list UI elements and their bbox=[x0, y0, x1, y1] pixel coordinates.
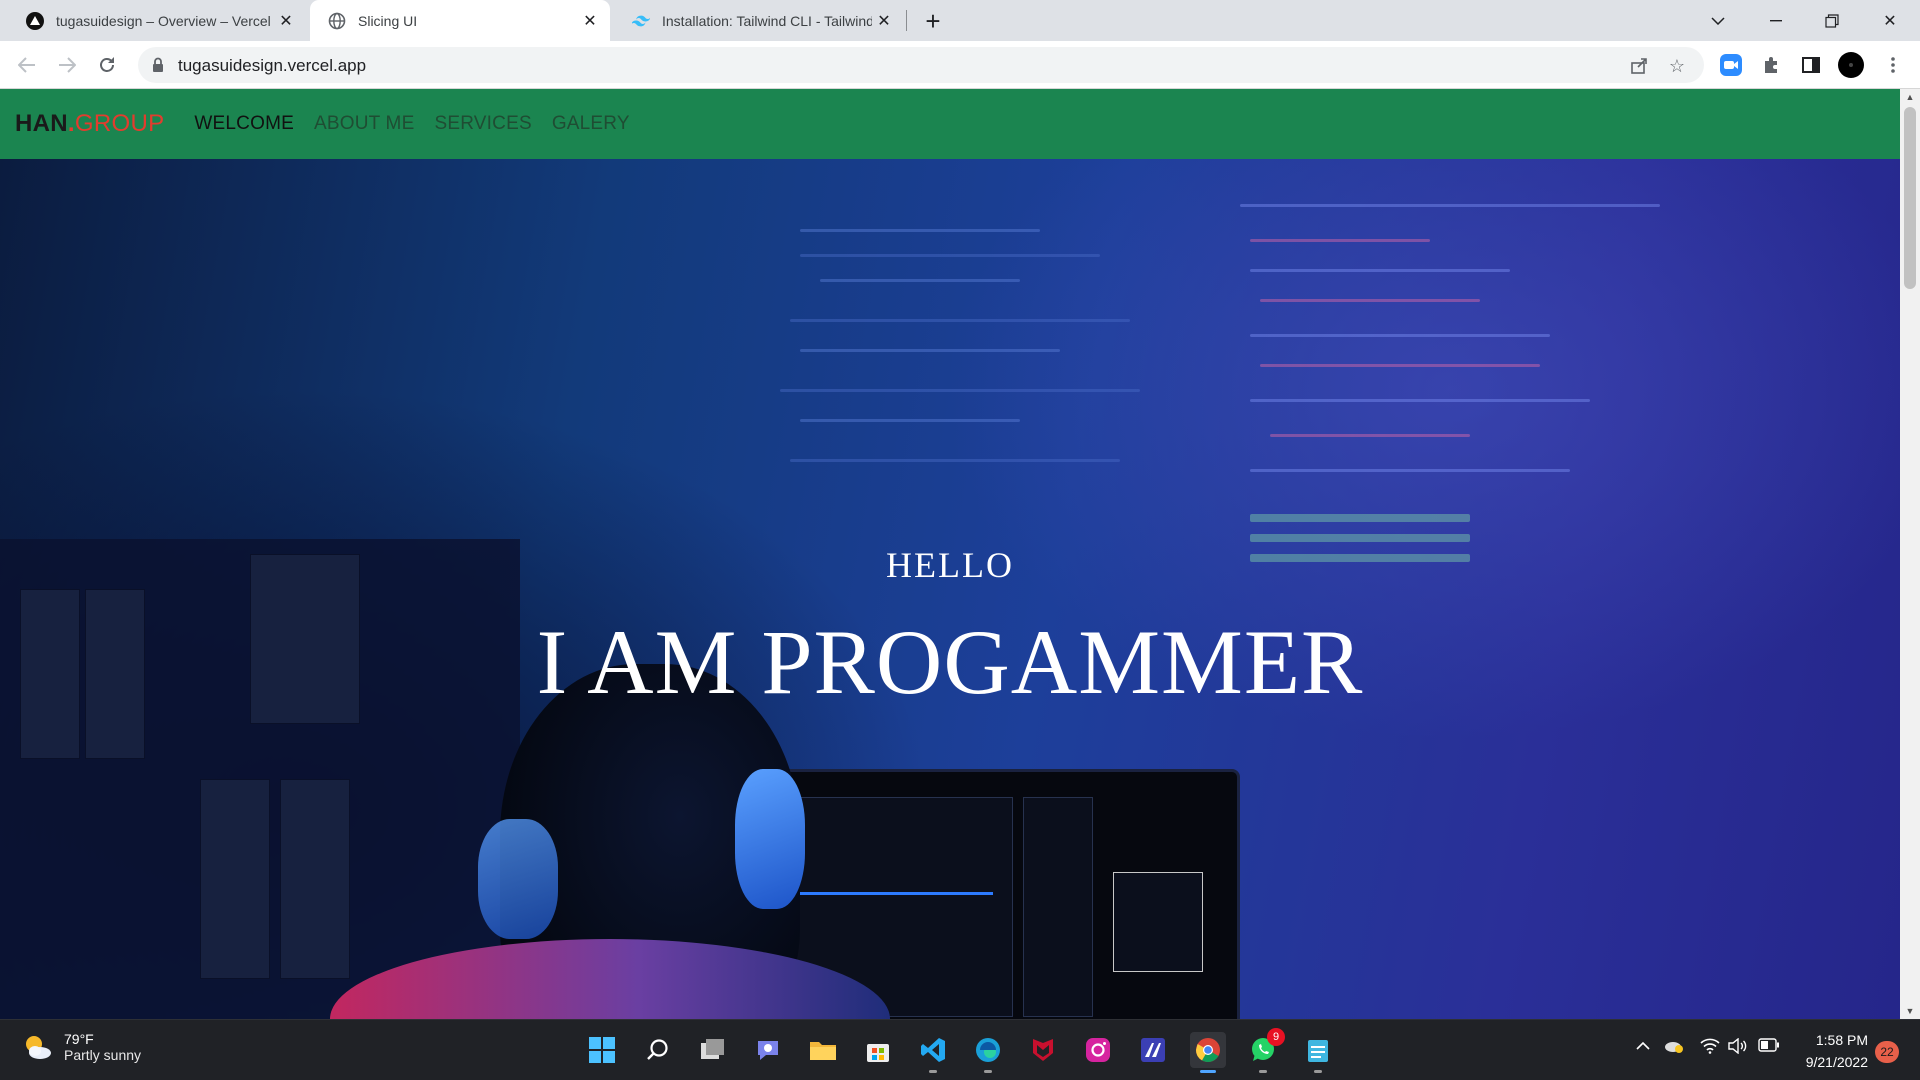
back-button[interactable] bbox=[12, 50, 42, 80]
profile-avatar[interactable] bbox=[1838, 52, 1864, 78]
search-icon[interactable] bbox=[640, 1032, 676, 1068]
scroll-down-arrow-icon[interactable]: ▼ bbox=[1900, 1003, 1920, 1019]
clock-date: 9/21/2022 bbox=[1805, 1054, 1868, 1070]
running-indicator bbox=[984, 1070, 992, 1073]
whatsapp-icon[interactable]: 9 bbox=[1245, 1028, 1285, 1073]
weather-description: Partly sunny bbox=[64, 1047, 142, 1063]
show-hidden-icons-chevron-icon[interactable] bbox=[1636, 1038, 1650, 1056]
web-page: HAN.GROUP WELCOME ABOUT ME SERVICES GALE… bbox=[0, 89, 1900, 1019]
wifi-icon[interactable] bbox=[1700, 1038, 1720, 1059]
windows-taskbar: 79°F Partly sunny 9 1:58 PM 9/21/2022 22 bbox=[0, 1019, 1920, 1080]
tab-search-chevron-icon[interactable] bbox=[1690, 0, 1746, 41]
onedrive-warning-icon[interactable] bbox=[1664, 1038, 1684, 1059]
tab-vercel[interactable]: tugasuidesign – Overview – Vercel ✕ bbox=[8, 0, 306, 41]
notepad-icon[interactable] bbox=[1300, 1032, 1336, 1073]
new-tab-button[interactable]: + bbox=[918, 6, 948, 36]
extensions-puzzle-icon[interactable] bbox=[1758, 52, 1784, 78]
volume-icon[interactable] bbox=[1728, 1037, 1748, 1059]
chrome-browser-icon[interactable] bbox=[1190, 1032, 1226, 1073]
running-indicator bbox=[1314, 1070, 1322, 1073]
azure-data-studio-icon[interactable] bbox=[1135, 1032, 1171, 1068]
hero-section: HELLO I AM PROGAMMER bbox=[0, 159, 1900, 1019]
nav-links: WELCOME ABOUT ME SERVICES GALERY bbox=[194, 113, 649, 135]
address-bar[interactable]: tugasuidesign.vercel.app ☆ bbox=[138, 47, 1704, 83]
brand-accent: GROUP bbox=[74, 110, 165, 137]
active-app-indicator bbox=[1200, 1070, 1216, 1073]
vscode-icon[interactable] bbox=[915, 1032, 951, 1073]
weather-widget[interactable]: 79°F Partly sunny bbox=[22, 1031, 141, 1063]
teams-chat-icon[interactable] bbox=[750, 1032, 786, 1068]
tab-tailwind[interactable]: Installation: Tailwind CLI - Tailwind CS… bbox=[614, 0, 904, 41]
clock-time: 1:58 PM bbox=[1815, 1032, 1868, 1048]
tab-strip: tugasuidesign – Overview – Vercel ✕ Slic… bbox=[0, 0, 1920, 41]
close-window-button[interactable]: ✕ bbox=[1862, 0, 1918, 41]
tab-title: Installation: Tailwind CLI - Tailwind CS… bbox=[662, 12, 872, 29]
close-tab-icon[interactable]: ✕ bbox=[872, 9, 896, 33]
globe-icon bbox=[328, 12, 346, 30]
scroll-up-arrow-icon[interactable]: ▲ bbox=[1900, 89, 1920, 105]
zoom-extension-icon[interactable] bbox=[1718, 52, 1744, 78]
whatsapp-unread-badge: 9 bbox=[1267, 1028, 1285, 1046]
close-tab-icon[interactable]: ✕ bbox=[578, 9, 602, 33]
battery-icon[interactable] bbox=[1758, 1038, 1780, 1057]
microsoft-store-icon[interactable] bbox=[860, 1032, 896, 1068]
forward-button[interactable] bbox=[52, 50, 82, 80]
nav-link-about-me[interactable]: ABOUT ME bbox=[314, 113, 415, 135]
tab-slicing-ui[interactable]: Slicing UI ✕ bbox=[310, 0, 610, 41]
browser-toolbar: tugasuidesign.vercel.app ☆ bbox=[0, 41, 1920, 89]
brand-logo[interactable]: HAN.GROUP bbox=[15, 110, 164, 138]
tab-title: tugasuidesign – Overview – Vercel bbox=[56, 12, 271, 29]
bookmark-star-icon[interactable]: ☆ bbox=[1666, 55, 1688, 77]
brand-dot: . bbox=[67, 110, 75, 137]
weather-temperature: 79°F bbox=[64, 1031, 94, 1047]
instagram-icon[interactable] bbox=[1080, 1032, 1116, 1068]
start-button[interactable] bbox=[584, 1032, 620, 1068]
reload-button[interactable] bbox=[92, 50, 122, 80]
vercel-icon bbox=[26, 11, 44, 30]
tailwind-icon bbox=[632, 12, 650, 30]
lock-icon[interactable] bbox=[152, 57, 164, 73]
url-text[interactable]: tugasuidesign.vercel.app bbox=[178, 56, 366, 76]
chrome-menu-icon[interactable] bbox=[1880, 52, 1906, 78]
share-icon[interactable] bbox=[1628, 55, 1650, 77]
file-explorer-icon[interactable] bbox=[805, 1032, 841, 1068]
restore-button[interactable] bbox=[1804, 0, 1860, 41]
minimize-button[interactable] bbox=[1748, 0, 1804, 41]
running-indicator bbox=[1259, 1070, 1267, 1073]
running-indicator bbox=[929, 1070, 937, 1073]
system-clock[interactable]: 1:58 PM 9/21/2022 bbox=[1790, 1029, 1868, 1073]
side-panel-icon[interactable] bbox=[1798, 52, 1824, 78]
nav-link-galery[interactable]: GALERY bbox=[552, 113, 630, 135]
mcafee-icon[interactable] bbox=[1025, 1032, 1061, 1068]
task-view-icon[interactable] bbox=[695, 1032, 731, 1068]
hero-greeting: HELLO bbox=[886, 545, 1014, 585]
close-tab-icon[interactable]: ✕ bbox=[274, 9, 298, 33]
edge-browser-icon[interactable] bbox=[970, 1032, 1006, 1073]
hero-headline: I AM PROGAMMER bbox=[536, 611, 1364, 713]
scrollbar-thumb[interactable] bbox=[1904, 107, 1916, 289]
brand-main: HAN bbox=[15, 110, 68, 137]
partly-sunny-icon bbox=[22, 1032, 52, 1062]
notification-count-badge[interactable]: 22 bbox=[1875, 1041, 1899, 1063]
page-scrollbar[interactable]: ▲ ▼ bbox=[1900, 89, 1920, 1019]
tab-title: Slicing UI bbox=[358, 12, 418, 29]
tab-separator bbox=[906, 10, 907, 31]
nav-link-welcome[interactable]: WELCOME bbox=[194, 113, 294, 135]
nav-link-services[interactable]: SERVICES bbox=[434, 113, 531, 135]
site-navbar: HAN.GROUP WELCOME ABOUT ME SERVICES GALE… bbox=[0, 89, 1900, 159]
